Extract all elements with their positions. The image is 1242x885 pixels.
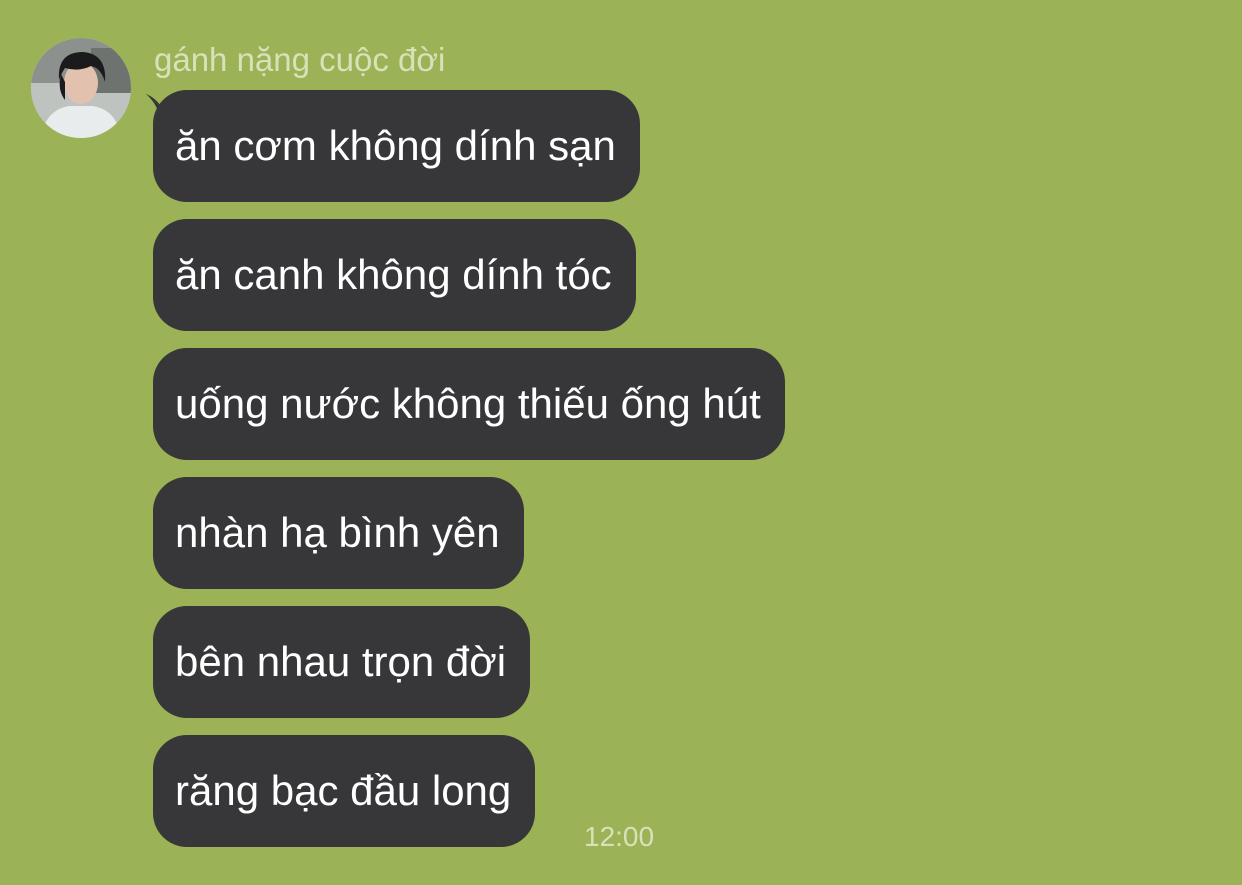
message-bubble[interactable]: bên nhau trọn đời xyxy=(153,606,531,718)
avatar[interactable] xyxy=(31,38,131,138)
message-bubble[interactable]: ăn canh không dính tóc xyxy=(153,219,636,331)
message-bubble[interactable]: răng bạc đầu long xyxy=(153,735,536,847)
message-bubble[interactable]: nhàn hạ bình yên xyxy=(153,477,524,589)
message-bubble[interactable]: uống nước không thiếu ống hút xyxy=(153,348,785,460)
message-bubble[interactable]: ăn cơm không dính sạn xyxy=(153,90,640,202)
message-list: ăn cơm không dính sạn ăn canh không dính… xyxy=(153,90,785,847)
sender-name: gánh nặng cuộc đời xyxy=(154,41,446,78)
message-timestamp: 12:00 xyxy=(584,821,655,852)
user-avatar-photo-icon xyxy=(31,38,131,138)
